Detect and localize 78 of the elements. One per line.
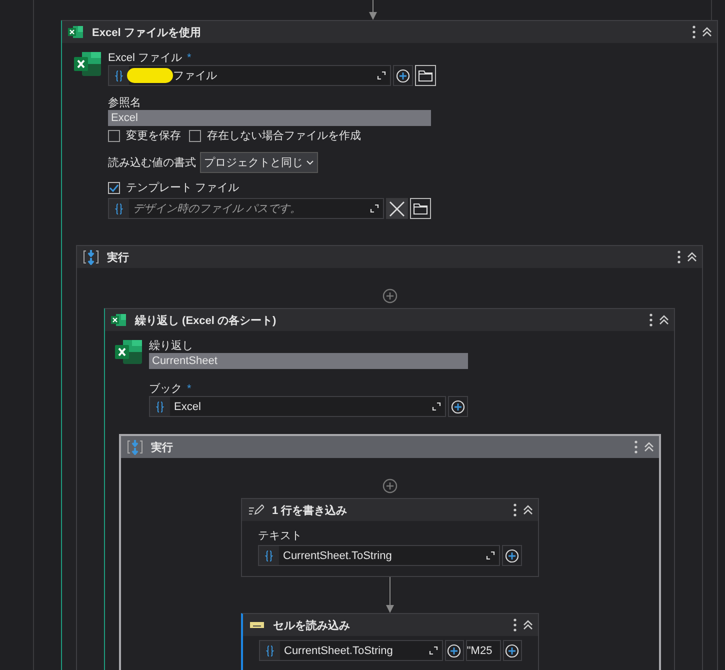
expand-icon[interactable] bbox=[432, 402, 441, 411]
more-icon[interactable] bbox=[512, 503, 518, 517]
braces-icon bbox=[266, 644, 274, 656]
activity-title: 実行 bbox=[151, 440, 174, 454]
add-button[interactable] bbox=[448, 396, 468, 417]
field-label: ブック bbox=[149, 382, 182, 396]
braces-icon bbox=[265, 550, 273, 562]
close-icon bbox=[389, 200, 405, 216]
collapse-icon[interactable] bbox=[701, 26, 713, 38]
collapse-icon[interactable] bbox=[643, 441, 655, 453]
connector-arrow bbox=[385, 577, 395, 613]
collapse-icon[interactable] bbox=[686, 251, 698, 263]
field-label: 繰り返し bbox=[149, 339, 193, 353]
expand-icon[interactable] bbox=[377, 71, 386, 80]
collapse-icon[interactable] bbox=[658, 314, 670, 326]
expression-field[interactable]: CurrentSheet.ToString bbox=[258, 545, 500, 566]
activity-title: 実行 bbox=[107, 250, 130, 264]
add-button[interactable] bbox=[502, 545, 522, 566]
reference-name-field[interactable]: Excel bbox=[108, 110, 431, 126]
connector-arrow bbox=[368, 0, 378, 20]
expand-icon[interactable] bbox=[370, 204, 379, 213]
file-path-field[interactable]: ファイル bbox=[108, 65, 391, 86]
clear-button[interactable] bbox=[386, 198, 408, 219]
spreadsheet-icon bbox=[74, 51, 102, 77]
redaction-mark bbox=[127, 68, 173, 83]
folder-icon bbox=[413, 202, 428, 214]
placeholder-text: デザイン時のファイル パスです。 bbox=[133, 202, 302, 216]
more-icon[interactable] bbox=[676, 250, 682, 264]
activity-card[interactable]: 1 行を書き込み テキスト CurrentSheet.ToString bbox=[241, 498, 539, 577]
checkbox-label: テンプレート ファイル bbox=[126, 181, 240, 195]
sequence-icon bbox=[127, 439, 143, 455]
cell-field[interactable]: "M25 bbox=[466, 640, 501, 661]
activity-title: 1 行を書き込み bbox=[272, 504, 348, 518]
more-icon[interactable] bbox=[691, 25, 697, 39]
more-icon[interactable] bbox=[633, 440, 639, 454]
more-icon[interactable] bbox=[512, 618, 518, 632]
more-icon[interactable] bbox=[648, 313, 654, 327]
caret-icon bbox=[306, 160, 314, 166]
braces-icon bbox=[156, 400, 164, 412]
browse-button[interactable] bbox=[415, 65, 436, 86]
add-button[interactable] bbox=[444, 640, 464, 661]
collapse-icon[interactable] bbox=[522, 619, 534, 631]
required-mark: * bbox=[186, 51, 192, 65]
braces-icon bbox=[115, 202, 123, 214]
pencil-lines-icon bbox=[248, 504, 264, 516]
check-icon bbox=[109, 183, 119, 193]
add-button[interactable] bbox=[502, 640, 522, 661]
checkbox-label: 変更を保存 bbox=[126, 129, 181, 143]
checkbox[interactable] bbox=[108, 130, 120, 142]
browse-button[interactable] bbox=[410, 198, 431, 219]
activity-card[interactable]: セルを読み込み CurrentSheet.ToString "M25 bbox=[241, 613, 539, 670]
activity-title: セルを読み込み bbox=[273, 618, 351, 632]
loop-variable-field[interactable]: CurrentSheet bbox=[149, 353, 468, 369]
spreadsheet-icon bbox=[115, 339, 143, 365]
template-path-field[interactable]: デザイン時のファイル パスです。 bbox=[108, 198, 384, 219]
field-label: 読み込む値の書式 bbox=[108, 156, 196, 170]
checkbox[interactable] bbox=[108, 182, 120, 194]
braces-icon bbox=[115, 70, 123, 82]
cell-icon bbox=[249, 621, 265, 629]
spreadsheet-icon bbox=[68, 25, 84, 39]
required-mark: * bbox=[187, 382, 192, 396]
spreadsheet-icon bbox=[111, 313, 127, 327]
sequence-icon bbox=[83, 249, 99, 265]
collapse-icon[interactable] bbox=[522, 504, 534, 516]
field-label: Excel ファイル bbox=[108, 51, 182, 65]
checkbox[interactable] bbox=[189, 130, 201, 142]
add-button[interactable] bbox=[393, 65, 413, 86]
checkbox-label: 存在しない場合ファイルを作成 bbox=[207, 129, 361, 143]
expand-icon[interactable] bbox=[428, 646, 438, 655]
field-label: テキスト bbox=[258, 529, 302, 543]
activity-title: 繰り返し (Excel の各シート) bbox=[135, 314, 278, 328]
activity-title: Excel ファイルを使用 bbox=[92, 26, 202, 40]
field-label: 参照名 bbox=[108, 96, 141, 110]
format-dropdown[interactable]: プロジェクトと同じ bbox=[200, 152, 318, 173]
expression-field[interactable]: CurrentSheet.ToString bbox=[259, 640, 443, 661]
expression-field[interactable]: Excel bbox=[149, 396, 446, 417]
folder-icon bbox=[418, 70, 433, 82]
expand-icon[interactable] bbox=[486, 551, 496, 560]
